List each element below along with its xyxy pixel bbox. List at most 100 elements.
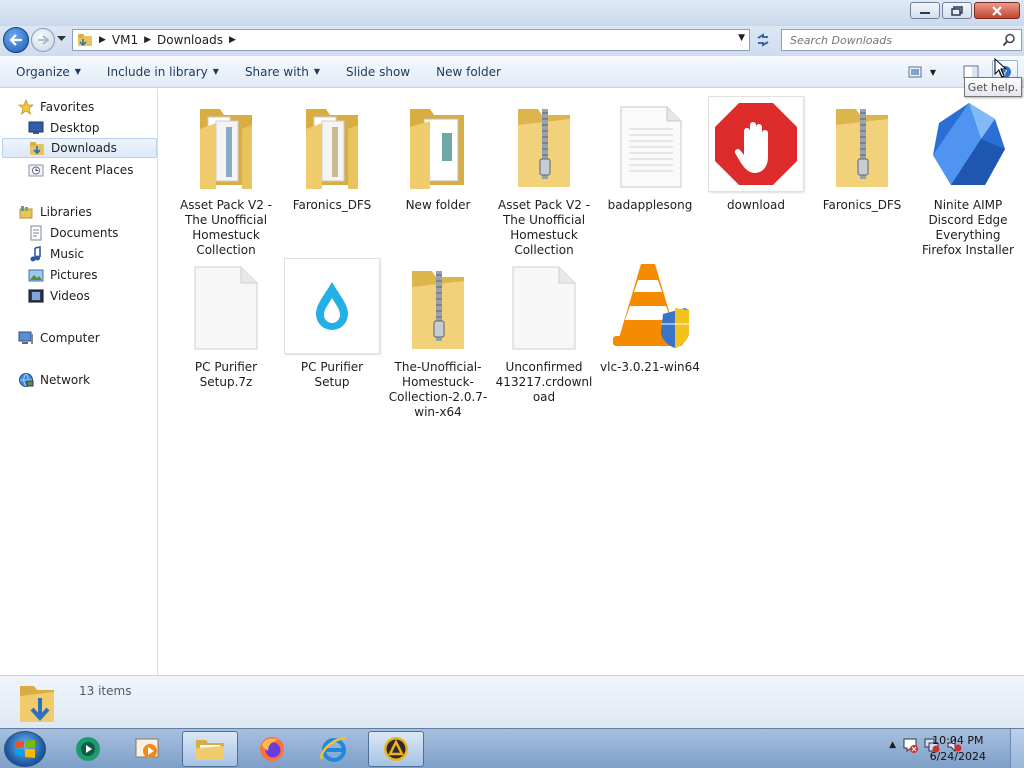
back-arrow-icon	[9, 34, 22, 46]
command-bar: Organize ▼ Include in library ▼ Share wi…	[0, 56, 1024, 88]
address-bar[interactable]: ▶ VM1 ▶ Downloads ▶ ▼	[72, 29, 750, 51]
text-file-icon	[602, 96, 698, 192]
network-icon	[18, 372, 34, 388]
new-folder-button[interactable]: New folder	[428, 60, 509, 84]
file-item[interactable]: New folder	[386, 96, 490, 213]
refresh-button[interactable]	[752, 29, 774, 51]
firefox-icon	[260, 737, 284, 761]
file-name: Faronics_DFS	[292, 198, 372, 212]
minimize-button[interactable]	[910, 2, 940, 19]
file-name: Ninite AIMP Discord Edge Everything Fire…	[922, 198, 1014, 257]
nav-libraries[interactable]: Libraries	[18, 202, 92, 222]
nav-libraries-label: Libraries	[40, 205, 92, 219]
breadcrumb-downloads[interactable]: Downloads	[157, 33, 223, 47]
search-icon[interactable]	[1002, 33, 1016, 47]
nav-pictures[interactable]: Pictures	[28, 265, 98, 285]
file-name: New folder	[405, 198, 471, 212]
folder-docs-icon	[284, 96, 380, 192]
internet-explorer-icon	[320, 736, 347, 762]
file-item[interactable]: Ninite AIMP Discord Edge Everything Fire…	[916, 96, 1020, 258]
start-button[interactable]	[4, 731, 46, 767]
file-item[interactable]: Faronics_DFS	[280, 96, 384, 213]
window-controls	[910, 2, 1020, 19]
folder-location-icon	[78, 34, 92, 47]
nav-network[interactable]: Network	[18, 370, 90, 390]
forward-button[interactable]	[31, 28, 55, 52]
chevron-down-icon: ▼	[212, 67, 219, 76]
show-hidden-icons-button[interactable]: ▲	[889, 740, 896, 750]
file-item[interactable]: Faronics_DFS	[810, 96, 914, 213]
breadcrumb-separator[interactable]: ▶	[99, 35, 106, 45]
include-in-library-menu[interactable]: Include in library ▼	[99, 60, 227, 84]
taskbar-internet-explorer[interactable]	[306, 731, 362, 767]
recent-pages-dropdown-icon[interactable]	[57, 36, 66, 42]
file-item[interactable]: vlc-3.0.21-win64	[598, 258, 702, 375]
aimp-icon	[384, 737, 408, 761]
close-button[interactable]	[974, 2, 1020, 19]
nav-music[interactable]: Music	[28, 244, 84, 264]
file-item[interactable]: PC Purifier Setup.7z	[174, 258, 278, 390]
zip-folder-icon	[814, 96, 910, 192]
clock[interactable]: 10:04 PM 6/24/2024	[930, 733, 986, 765]
taskbar-media-player[interactable]	[120, 731, 176, 767]
slide-show-label: Slide show	[346, 64, 411, 79]
taskbar: ▲ 10:04 PM 6/24/2024	[0, 728, 1024, 768]
chevron-down-icon: ▼	[313, 67, 320, 76]
nav-computer[interactable]: Computer	[18, 328, 100, 348]
breadcrumb-vm1[interactable]: VM1	[112, 33, 138, 47]
minimize-icon	[920, 11, 930, 14]
refresh-icon	[757, 33, 769, 47]
taskbar-explorer[interactable]	[182, 731, 238, 767]
file-list: Asset Pack V2 - The Unofficial Homestuck…	[159, 89, 1024, 675]
blank-file-icon	[178, 258, 274, 354]
nav-recent-places[interactable]: Recent Places	[28, 160, 133, 180]
blank-file-icon	[496, 258, 592, 354]
organize-menu[interactable]: Organize ▼	[8, 60, 89, 84]
view-dropdown-icon[interactable]: ▼	[930, 68, 936, 77]
ninite-icon	[920, 96, 1016, 192]
file-item[interactable]: Unconfirmed 413217.crdownload	[492, 258, 596, 405]
new-folder-label: New folder	[436, 64, 501, 79]
breadcrumb-separator[interactable]: ▶	[144, 35, 151, 45]
file-item[interactable]: Asset Pack V2 - The Unofficial Homestuck…	[174, 96, 278, 258]
file-item[interactable]: Asset Pack V2 - The Unofficial Homestuck…	[492, 96, 596, 258]
taskbar-media-center[interactable]	[60, 731, 116, 767]
address-dropdown-icon[interactable]: ▼	[738, 33, 745, 43]
file-name: vlc-3.0.21-win64	[600, 360, 700, 374]
nav-computer-label: Computer	[40, 331, 100, 345]
action-center-icon[interactable]	[902, 737, 918, 753]
slide-show-button[interactable]: Slide show	[338, 60, 418, 84]
search-input[interactable]	[790, 33, 990, 47]
file-item[interactable]: download	[704, 96, 808, 213]
file-item[interactable]: PC Purifier Setup	[280, 258, 384, 390]
recent-places-icon	[28, 162, 44, 178]
help-tooltip: Get help.	[964, 77, 1022, 97]
search-box[interactable]	[781, 29, 1022, 51]
nav-recent-places-label: Recent Places	[50, 163, 134, 177]
file-item[interactable]: The-Unofficial-Homestuck-Collection-2.0.…	[386, 258, 490, 420]
change-view-button[interactable]	[902, 60, 928, 84]
nav-documents[interactable]: Documents	[28, 223, 118, 243]
nav-desktop[interactable]: Desktop	[28, 118, 100, 138]
include-in-library-label: Include in library	[106, 64, 208, 79]
share-with-menu[interactable]: Share with ▼	[237, 60, 328, 84]
nav-downloads-label: Downloads	[51, 141, 117, 155]
file-name: PC Purifier Setup	[300, 360, 364, 389]
breadcrumb-separator[interactable]: ▶	[229, 35, 236, 45]
taskbar-firefox[interactable]	[244, 731, 300, 767]
nav-videos[interactable]: Videos	[28, 286, 90, 306]
folder-icon	[196, 740, 224, 760]
maximize-button[interactable]	[942, 2, 972, 19]
media-center-icon	[76, 737, 100, 761]
folder-open-icon	[390, 96, 486, 192]
nav-favorites[interactable]: Favorites	[18, 97, 94, 117]
details-pane: 13 items	[0, 675, 1024, 728]
downloads-folder-icon	[29, 140, 45, 156]
taskbar-aimp[interactable]	[368, 731, 424, 767]
nav-downloads[interactable]: Downloads	[2, 138, 157, 158]
close-icon	[992, 5, 1002, 16]
back-button[interactable]	[3, 27, 29, 53]
nav-documents-label: Documents	[50, 226, 119, 240]
show-desktop-button[interactable]	[1010, 729, 1024, 768]
file-item[interactable]: badapplesong	[598, 96, 702, 213]
